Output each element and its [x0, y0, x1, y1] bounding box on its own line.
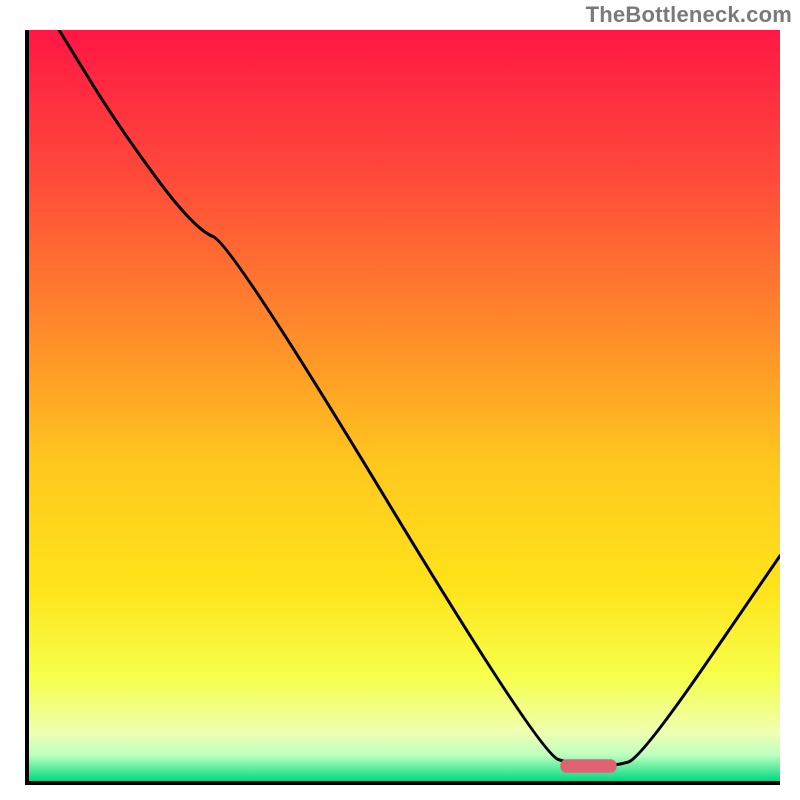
chart-frame: TheBottleneck.com — [0, 0, 800, 800]
gradient-background — [29, 30, 780, 781]
watermark-text: TheBottleneck.com — [586, 2, 792, 28]
optimal-marker — [560, 759, 616, 773]
plot-area — [25, 30, 780, 785]
chart-svg — [29, 30, 780, 781]
